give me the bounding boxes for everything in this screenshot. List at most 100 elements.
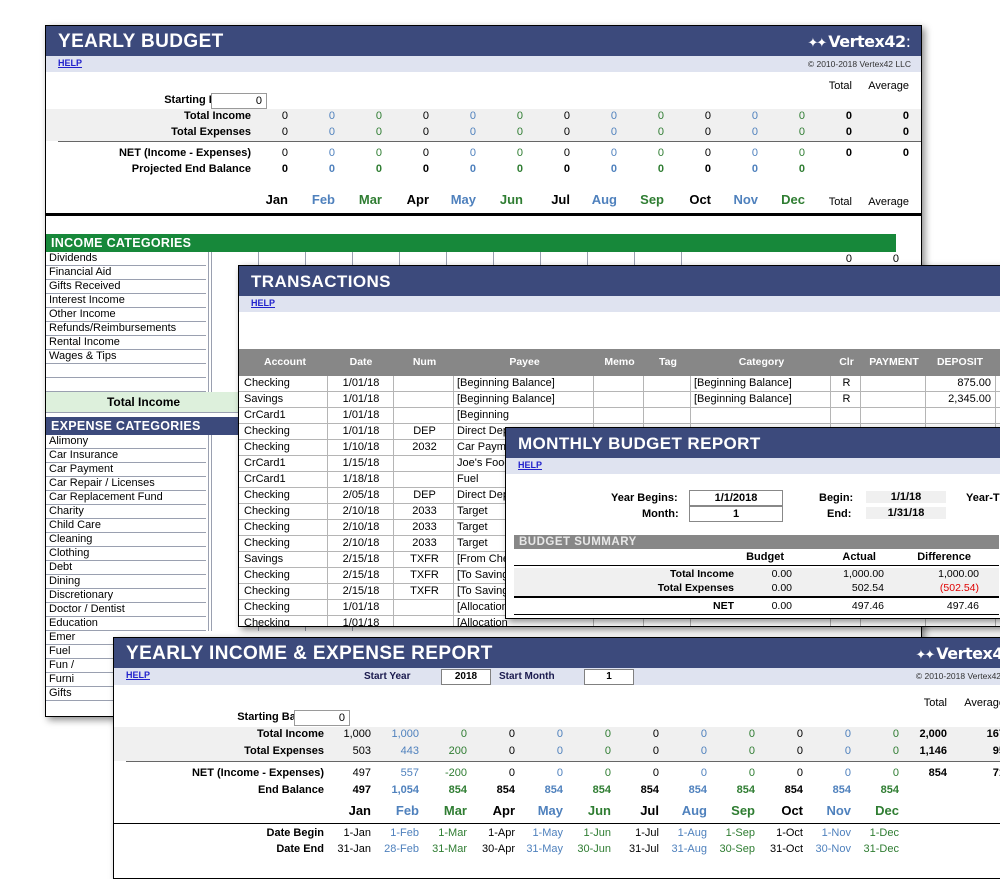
month-value: 0 [328, 126, 335, 138]
help-link[interactable]: HELP [126, 670, 150, 680]
cell-date: 1/01/18 [342, 393, 380, 405]
summary-rule-net [514, 596, 999, 598]
cell-num: TXFR [410, 569, 439, 581]
month-header: Apr [492, 803, 515, 818]
cell-num: 2033 [412, 537, 437, 549]
row-label: Total Income [256, 728, 324, 740]
row-label: Date Begin [266, 827, 324, 839]
page-title: YEARLY BUDGET [58, 31, 224, 52]
date-value: 1-Aug [677, 827, 707, 839]
budget-value: 0.00 [771, 600, 792, 612]
month-value: 0 [469, 147, 476, 159]
category-row[interactable]: Car Repair / Licenses [46, 477, 206, 491]
category-row[interactable]: Cleaning [46, 533, 206, 547]
starting-balance-input[interactable]: 0 [211, 93, 267, 109]
cell-account: Checking [244, 521, 290, 533]
help-link[interactable]: HELP [518, 460, 542, 470]
category-row[interactable]: Car Replacement Fund [46, 491, 206, 505]
category-row[interactable]: Clothing [46, 547, 206, 561]
year-begins-input[interactable]: 1/1/2018 [689, 490, 783, 506]
row-label: Total Income [183, 110, 251, 122]
section-divider [126, 761, 1000, 765]
cell-num: 2032 [412, 441, 437, 453]
help-link[interactable]: HELP [58, 58, 82, 68]
table-row[interactable]: Checking 1/01/18 [Beginning Balance] [Begin… [239, 376, 1000, 392]
start-year-label: Start Year [364, 671, 411, 682]
budget-col-header: Budget [746, 551, 784, 563]
month-value: 1,000 [391, 728, 419, 740]
month-value: 0 [281, 126, 288, 138]
month-value: 854 [688, 784, 707, 796]
category-row[interactable]: Dining [46, 575, 206, 589]
yearly-income-expense-window[interactable]: YEARLY INCOME & EXPENSE REPORT ✦✦Vertex4… [113, 637, 1000, 879]
month-value: 0 [508, 767, 515, 779]
difference-value: 497.46 [946, 600, 979, 612]
month-value: 854 [496, 784, 515, 796]
cell-num: DEP [413, 489, 436, 501]
category-row[interactable]: Education [46, 617, 206, 631]
cell-date: 2/15/18 [342, 585, 380, 597]
month-header: Sep [731, 803, 755, 818]
month-header: Mar [443, 803, 467, 818]
category-row[interactable]: Interest Income [46, 294, 206, 308]
grid-line [393, 376, 394, 626]
year-to-date-label: Year-T [966, 492, 1000, 504]
category-row[interactable]: Car Insurance [46, 449, 206, 463]
cell-date: 2/10/18 [342, 521, 380, 533]
month-value: 0 [657, 147, 664, 159]
category-row[interactable]: Refunds/Reimbursements [46, 322, 206, 336]
category-row[interactable]: Car Payment [46, 463, 206, 477]
category-row[interactable] [46, 378, 206, 392]
month-header: Oct [689, 192, 711, 207]
category-row[interactable]: Wages & Tips [46, 350, 206, 364]
category-row[interactable]: Dividends [46, 252, 206, 266]
month-value: 0 [751, 147, 758, 159]
month-value: 0 [610, 147, 617, 159]
cell-account: Checking [244, 425, 290, 437]
category-row[interactable]: Gifts Received [46, 280, 206, 294]
budget-value: 0.00 [771, 568, 792, 580]
starting-balance-input[interactable]: 0 [294, 710, 350, 726]
category-row[interactable]: Discretionary [46, 589, 206, 603]
total-value: 854 [928, 767, 947, 779]
cell-date: 1/01/18 [342, 601, 380, 613]
category-row[interactable]: Alimony [46, 435, 206, 449]
cell-num: TXFR [410, 585, 439, 597]
row-label: End Balance [257, 784, 324, 796]
category-row[interactable]: Doctor / Dentist [46, 603, 206, 617]
category-row[interactable]: Child Care [46, 519, 206, 533]
cell-account: Checking [244, 569, 290, 581]
month-value: 0 [700, 767, 707, 779]
month-input[interactable]: 1 [689, 506, 783, 522]
month-value: 0 [844, 728, 851, 740]
category-row[interactable] [46, 364, 206, 378]
month-value: 0 [281, 110, 288, 122]
table-row[interactable]: CrCard1 1/01/18 [Beginning [239, 408, 1000, 424]
category-row[interactable]: Financial Aid [46, 266, 206, 280]
start-month-input[interactable]: 1 [584, 669, 634, 685]
start-year-input[interactable]: 2018 [441, 669, 491, 685]
monthly-budget-report-window[interactable]: MONTHLY BUDGET REPORT HELP Year Begins: 1… [505, 427, 1000, 619]
summary-row: Total Income 0 0 0 0 0 0 0 0 0 0 0 0 0 0 [46, 109, 921, 125]
category-row[interactable]: Other Income [46, 308, 206, 322]
monthly-report-helpbar: HELP [506, 458, 1000, 475]
month-value: 854 [880, 784, 899, 796]
cell-clr: R [842, 393, 851, 405]
month-header: Mar [358, 192, 382, 207]
category-row[interactable]: Debt [46, 561, 206, 575]
month-value: 0 [610, 163, 617, 175]
month-value: -200 [444, 767, 467, 779]
help-link[interactable]: HELP [251, 298, 275, 308]
category-row[interactable]: Rental Income [46, 336, 206, 350]
month-value: 0 [751, 110, 758, 122]
month-value: 497 [352, 784, 371, 796]
category-row[interactable]: Charity [46, 505, 206, 519]
month-value: 0 [516, 126, 523, 138]
month-value: 854 [448, 784, 467, 796]
month-value: 0 [516, 163, 523, 175]
month-value: 0 [652, 767, 659, 779]
average-header: Average [868, 196, 909, 208]
month-value: 0 [508, 745, 515, 757]
month-value: 0 [796, 728, 803, 740]
table-row[interactable]: Savings 1/01/18 [Beginning Balance] [Beginn… [239, 392, 1000, 408]
